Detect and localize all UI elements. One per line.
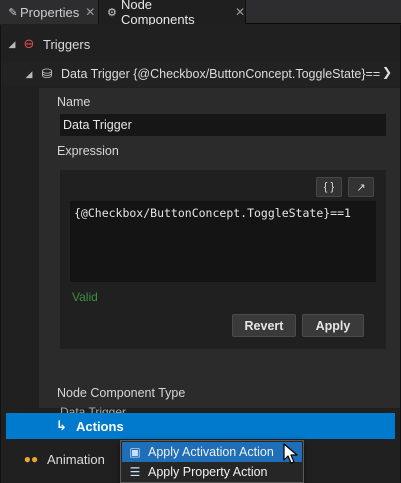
menu-item-label: Apply Property Action — [148, 465, 268, 479]
validation-status: Valid — [72, 290, 98, 304]
property-action-icon: ☰ — [129, 465, 141, 479]
expression-input[interactable]: {@Checkbox/ButtonConcept.ToggleState}==1 — [70, 201, 376, 282]
chevron-down-icon[interactable]: ◢ — [7, 39, 17, 50]
revert-button[interactable]: Revert — [232, 314, 296, 337]
data-trigger-row[interactable]: ◢ ⛁ Data Trigger {@Checkbox/ButtonConcep… — [1, 61, 400, 87]
name-label: Name — [57, 95, 91, 109]
mouse-cursor-icon — [283, 443, 298, 464]
animation-label: Animation — [47, 451, 105, 467]
tab-label: Node Components — [120, 0, 195, 27]
chevron-down-icon[interactable]: ◢ — [24, 69, 34, 80]
apply-button[interactable]: Apply — [302, 314, 364, 337]
wrench-icon: ✎ — [8, 6, 18, 19]
expression-label: Expression — [57, 144, 119, 158]
actions-row[interactable]: ↳ Actions — [6, 413, 395, 439]
expand-editor-button[interactable]: ↗ — [348, 177, 374, 197]
expand-chevron-icon[interactable]: ❯ — [382, 65, 392, 79]
data-trigger-properties: Name Data Trigger Expression { } ↗ {@Che… — [39, 88, 400, 419]
menu-item-label: Apply Activation Action — [148, 445, 274, 459]
data-trigger-icon: ⛁ — [41, 66, 53, 81]
braces-button[interactable]: { } — [316, 177, 342, 197]
tab-bar: ✎ Properties ✕ ⚙ Node Components ✕ — [0, 0, 401, 27]
node-components-icon: ⚙ — [107, 6, 117, 19]
triggers-icon: ⊖ — [23, 36, 35, 51]
activation-action-icon: ▣ — [129, 445, 141, 459]
tab-properties[interactable]: ✎ Properties ✕ — [0, 0, 98, 24]
data-trigger-header: Data Trigger {@Checkbox/ButtonConcept.To… — [61, 67, 381, 81]
menu-item-apply-property-action[interactable]: ☰ Apply Property Action — [122, 462, 302, 482]
name-field[interactable]: Data Trigger — [60, 114, 386, 136]
close-icon[interactable]: ✕ — [85, 5, 95, 19]
expression-editor: { } ↗ {@Checkbox/ButtonConcept.ToggleSta… — [60, 170, 386, 349]
actions-label: Actions — [76, 418, 124, 434]
triggers-label: Triggers — [43, 36, 91, 52]
context-menu: ▣ Apply Activation Action ☰ Apply Proper… — [120, 440, 304, 483]
tab-label: Properties — [20, 4, 80, 20]
menu-item-apply-activation-action[interactable]: ▣ Apply Activation Action — [122, 442, 302, 462]
node-component-type-label: Node Component Type — [57, 386, 186, 400]
node-components-panel: ◢ ⊖ Triggers ◢ ⛁ Data Trigger {@Checkbox… — [0, 25, 401, 483]
close-icon[interactable]: ✕ — [235, 5, 245, 19]
animation-icon: ●● — [23, 452, 39, 466]
triggers-section-header[interactable]: ◢ ⊖ Triggers — [1, 31, 400, 57]
actions-icon: ↳ — [56, 418, 67, 433]
tab-node-components[interactable]: ⚙ Node Components ✕ — [98, 0, 246, 27]
